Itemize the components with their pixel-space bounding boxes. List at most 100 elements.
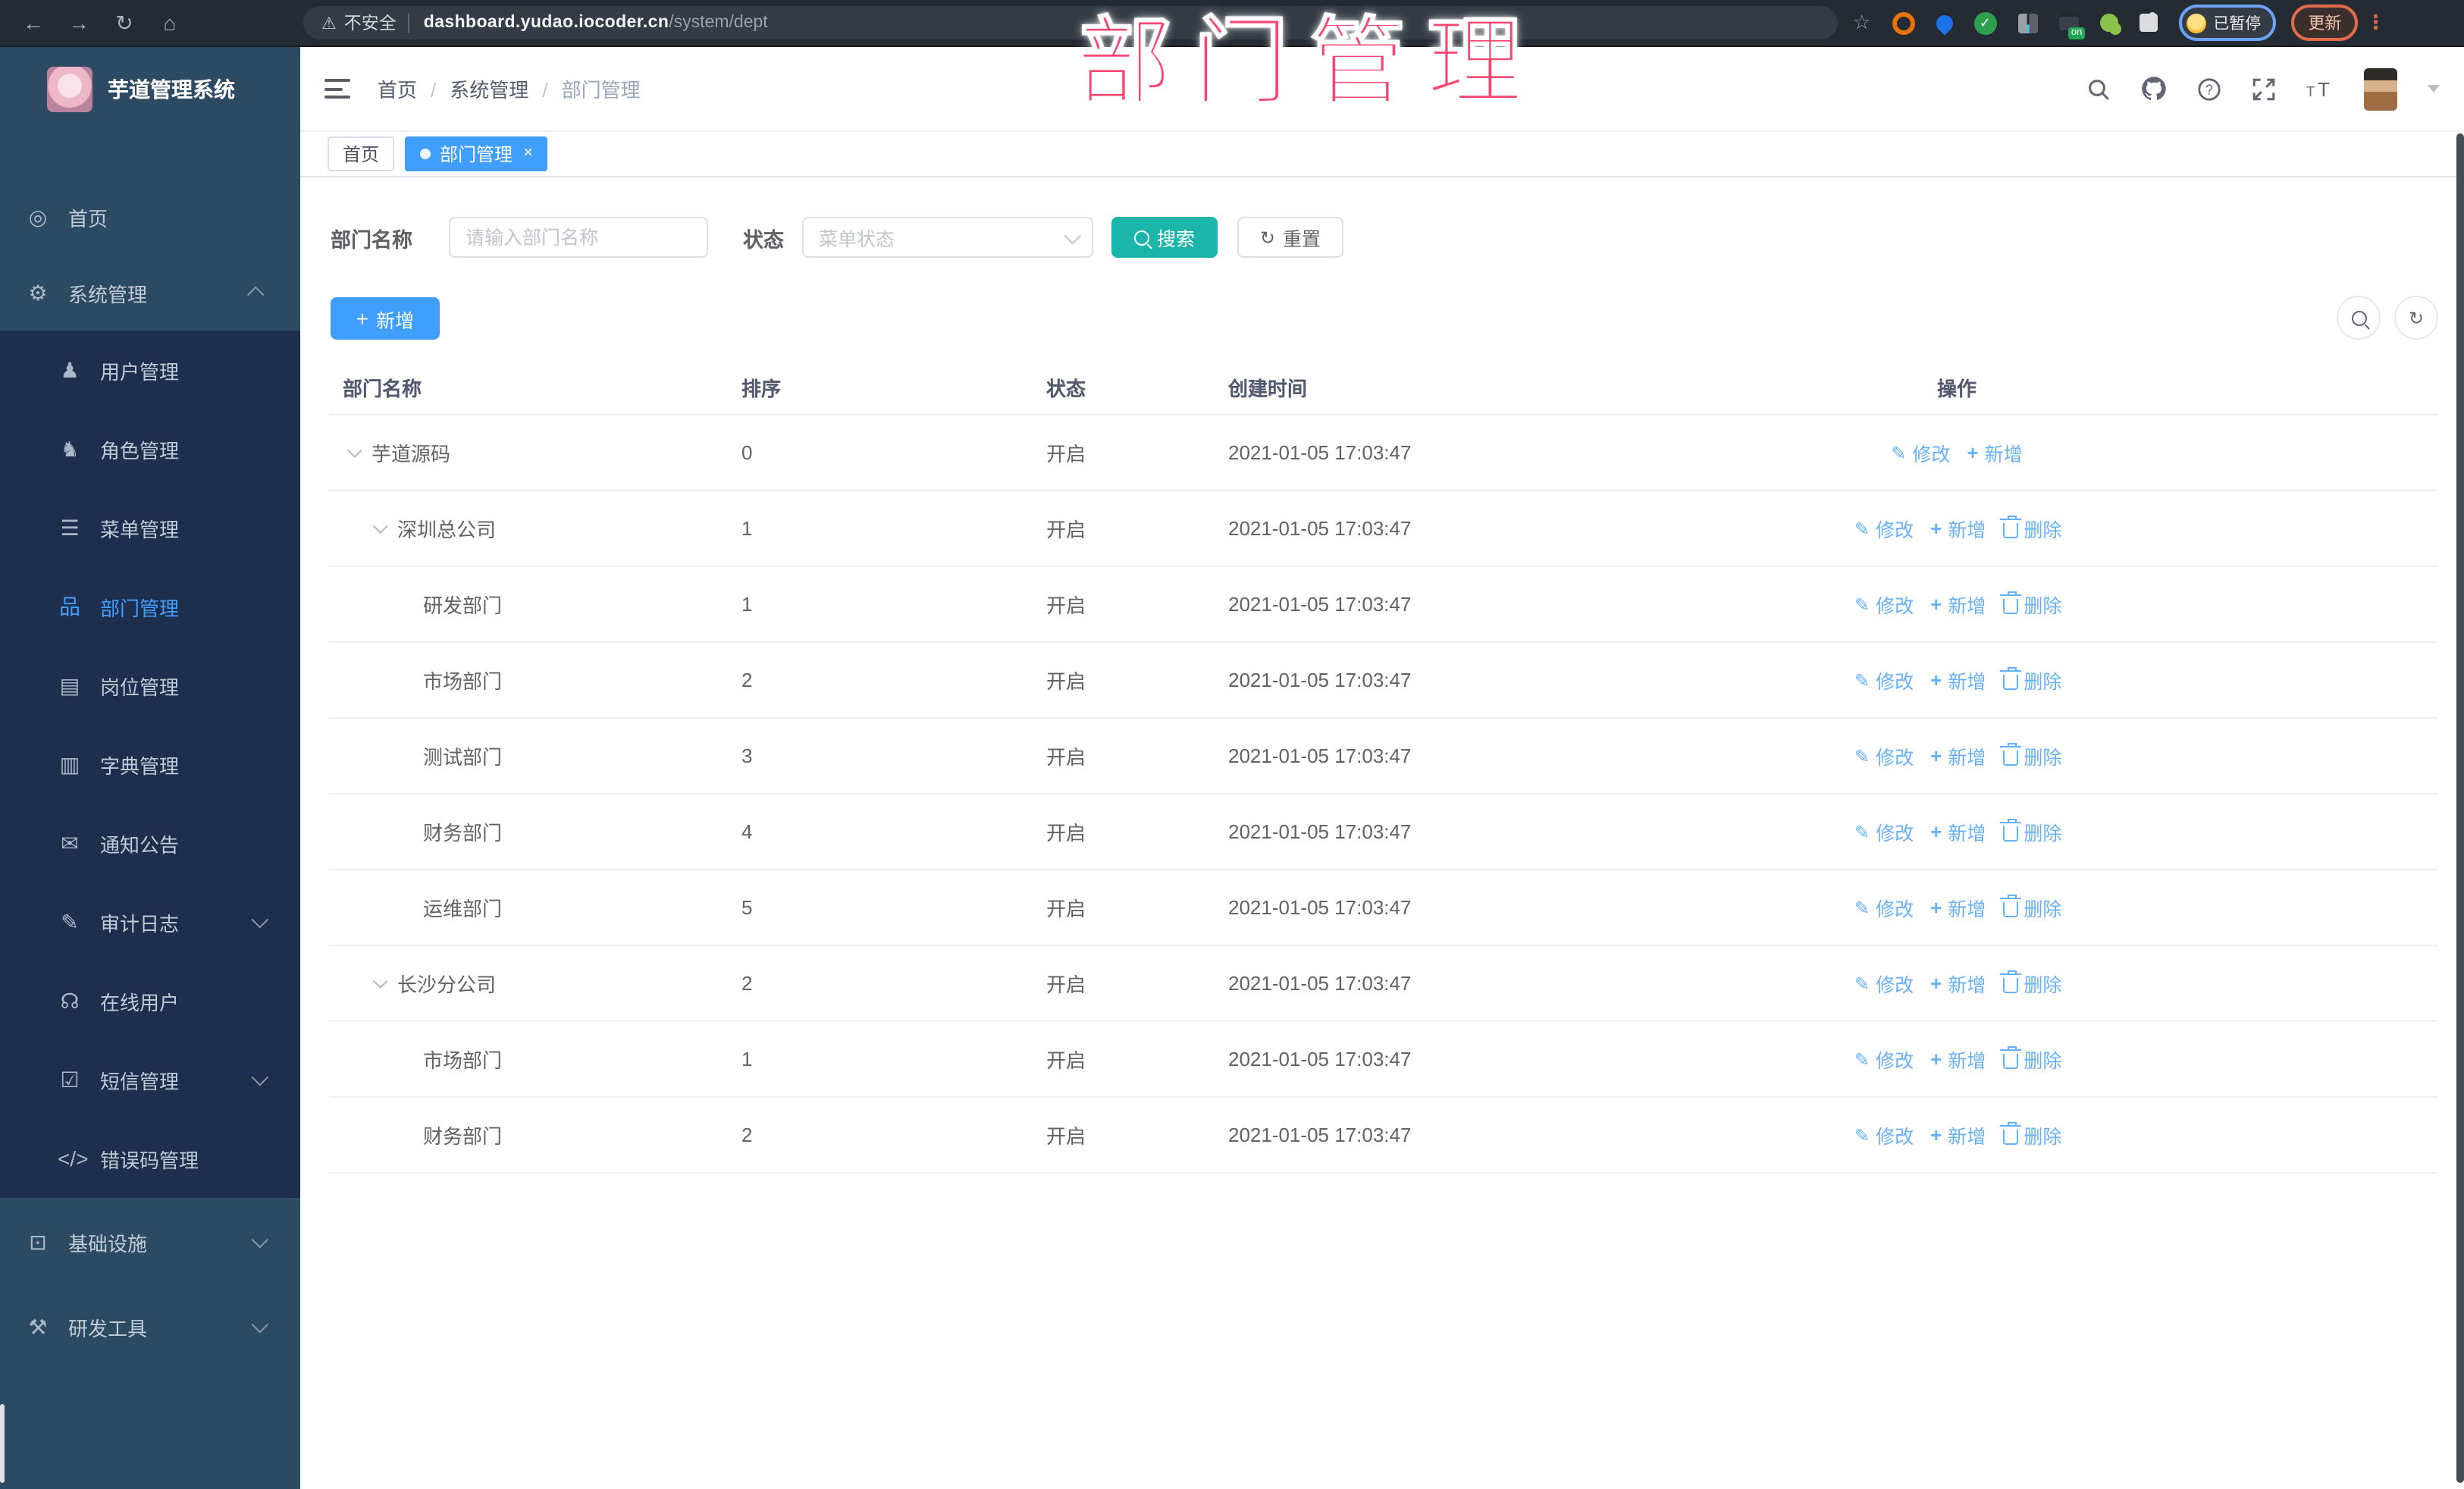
add-action[interactable]: 新增: [1967, 438, 2023, 467]
back-icon[interactable]: ←: [15, 11, 52, 35]
close-icon[interactable]: ×: [523, 145, 533, 162]
github-icon[interactable]: [2141, 76, 2167, 102]
actions-cell: 修改 新增: [1854, 438, 2438, 467]
trash-icon: [1999, 591, 2021, 613]
add-action[interactable]: 新增: [1930, 666, 1986, 694]
trash-icon: [1999, 1045, 2021, 1068]
toggle-search-button[interactable]: [2337, 296, 2381, 340]
tab-bar: 首页 部门管理 ×: [300, 132, 2464, 177]
extension-orange-ring-icon[interactable]: [1892, 11, 1915, 34]
dept-name-input[interactable]: [449, 217, 708, 258]
add-button[interactable]: 新增: [331, 297, 440, 340]
add-action[interactable]: 新增: [1930, 817, 1986, 846]
browser-profile-chip[interactable]: 已暂停: [2178, 5, 2277, 41]
expand-caret-icon[interactable]: [372, 519, 397, 534]
breadcrumb-item[interactable]: 部门管理: [528, 74, 641, 103]
extension-blue-drop-icon[interactable]: [1932, 11, 1956, 35]
sidebar-item[interactable]: ⚒ 研发工具: [0, 1289, 300, 1365]
delete-action[interactable]: 删除: [1999, 1045, 2061, 1074]
page-scrollbar[interactable]: [2456, 133, 2464, 1483]
sidebar-item[interactable]: ▥ 字典管理: [0, 725, 300, 804]
page-tab[interactable]: 首页: [328, 136, 395, 171]
table-row: 市场部门 1 开启 2021-01-05 17:03:47 修改 新增 删除: [329, 1022, 2438, 1098]
page-tab[interactable]: 部门管理 ×: [405, 136, 548, 171]
header-icons: ? TT: [2086, 67, 2440, 110]
edit-action[interactable]: 修改: [1854, 514, 1914, 543]
extensions-puzzle-icon[interactable]: [2139, 12, 2158, 32]
breadcrumb-item[interactable]: 系统管理: [417, 74, 528, 103]
extension-green-check-icon[interactable]: ✓: [1973, 11, 1997, 34]
add-action[interactable]: 新增: [1930, 590, 1986, 619]
edit-action[interactable]: 修改: [1854, 969, 1914, 998]
edit-action[interactable]: 修改: [1854, 1045, 1914, 1074]
edit-icon: [1891, 442, 1906, 463]
sidebar-item[interactable]: ♟ 用户管理: [0, 331, 300, 409]
sidebar-item[interactable]: ⚙ 系统管理: [0, 255, 300, 331]
sidebar-item[interactable]: ◎ 首页: [0, 179, 300, 255]
extension-switch-icon[interactable]: on: [2058, 13, 2085, 39]
add-action[interactable]: 新增: [1930, 1121, 1986, 1149]
edit-action[interactable]: 修改: [1854, 1121, 1914, 1149]
expand-caret-icon[interactable]: [372, 973, 397, 989]
status-select[interactable]: 菜单状态: [802, 217, 1093, 258]
col-status: 状态: [1046, 377, 1086, 400]
search-button[interactable]: 搜索: [1111, 217, 1218, 258]
sidebar-item[interactable]: 品 部门管理: [0, 567, 300, 646]
help-icon[interactable]: ?: [2197, 77, 2221, 101]
delete-action[interactable]: 删除: [1999, 514, 2061, 543]
delete-action[interactable]: 删除: [1999, 893, 2061, 922]
breadcrumb-item[interactable]: 首页: [378, 74, 417, 103]
edit-action[interactable]: 修改: [1854, 741, 1914, 770]
font-size-icon[interactable]: TT: [2306, 77, 2334, 101]
sidebar-item[interactable]: ☊ 在线用户: [0, 961, 300, 1040]
dashboard-icon: ◎: [28, 204, 48, 228]
edit-action[interactable]: 修改: [1854, 590, 1914, 619]
edit-action[interactable]: 修改: [1891, 438, 1950, 467]
user-avatar[interactable]: [2364, 67, 2397, 110]
sidebar-item[interactable]: ♞ 角色管理: [0, 409, 300, 488]
home-icon[interactable]: ⌂: [152, 11, 188, 35]
extension-grid-icon[interactable]: [2017, 13, 2038, 33]
expand-caret-icon[interactable]: [346, 443, 371, 459]
edit-action[interactable]: 修改: [1854, 817, 1914, 846]
delete-action[interactable]: 删除: [1999, 817, 2061, 846]
extension-green-key-icon[interactable]: [2099, 14, 2118, 32]
chevron-down-icon[interactable]: [2428, 85, 2440, 92]
forward-icon[interactable]: →: [61, 11, 97, 35]
security-label[interactable]: 不安全: [344, 11, 397, 35]
sidebar-item[interactable]: ▤ 岗位管理: [0, 646, 300, 725]
app-logo-row[interactable]: 芋道管理系统: [0, 47, 300, 132]
sidebar-item[interactable]: ☰ 菜单管理: [0, 488, 300, 567]
address-bar[interactable]: ⚠ 不安全 dashboard.yudao.iocoder.cn /system…: [303, 6, 1838, 39]
add-action[interactable]: 新增: [1930, 1045, 1986, 1074]
sidebar-item[interactable]: </> 错误码管理: [0, 1119, 300, 1198]
reset-button[interactable]: 重置: [1237, 217, 1343, 258]
edit-action[interactable]: 修改: [1854, 666, 1914, 694]
edit-icon: [1854, 745, 1870, 766]
hamburger-icon[interactable]: [324, 79, 350, 99]
add-action[interactable]: 新增: [1930, 514, 1986, 543]
browser-toolbar: ← → ↻ ⌂ ⚠ 不安全 dashboard.yudao.iocoder.cn /s…: [0, 0, 2464, 47]
delete-action[interactable]: 删除: [1999, 969, 2061, 998]
sidebar-item[interactable]: ✎ 审计日志: [0, 882, 300, 961]
sort-cell: 2: [741, 972, 753, 995]
sidebar-item[interactable]: ☑ 短信管理: [0, 1040, 300, 1119]
fullscreen-icon[interactable]: [2252, 77, 2276, 101]
kebab-menu-icon[interactable]: ⋮: [2365, 11, 2385, 35]
delete-action[interactable]: 删除: [1999, 741, 2061, 770]
edit-action[interactable]: 修改: [1854, 893, 1914, 922]
sidebar-item[interactable]: ⊡ 基础设施: [0, 1204, 300, 1280]
refresh-table-button[interactable]: [2394, 296, 2438, 340]
add-action[interactable]: 新增: [1930, 741, 1986, 770]
delete-action[interactable]: 删除: [1999, 1121, 2061, 1149]
star-icon[interactable]: ☆: [1853, 11, 1870, 35]
sidebar-item[interactable]: ✉ 通知公告: [0, 804, 300, 882]
delete-action[interactable]: 删除: [1999, 590, 2061, 619]
reload-icon[interactable]: ↻: [106, 10, 143, 36]
browser-update-button[interactable]: 更新: [2291, 5, 2359, 41]
add-action[interactable]: 新增: [1930, 893, 1986, 922]
search-icon[interactable]: [2086, 77, 2111, 101]
delete-action[interactable]: 删除: [1999, 666, 2061, 694]
sidebar-scrollbar[interactable]: [0, 1404, 5, 1483]
add-action[interactable]: 新增: [1930, 969, 1986, 998]
